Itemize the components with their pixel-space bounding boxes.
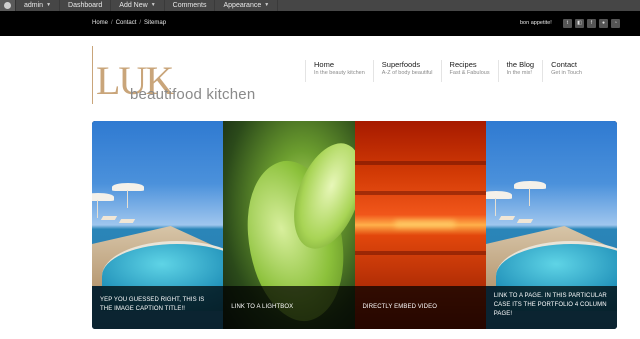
logo-rule: [92, 46, 93, 104]
slider-caption[interactable]: YEP YOU GUESSED RIGHT, THIS IS THE IMAGE…: [92, 286, 224, 329]
breadcrumb-home-link[interactable]: Home: [92, 20, 108, 26]
lounger-image: [100, 216, 118, 220]
slider-panel-lime[interactable]: LINK TO A LIGHTBOX: [223, 121, 355, 329]
slider-panel-pool-2[interactable]: LINK TO A PAGE. IN THIS PARTICULAR CASE …: [485, 121, 617, 329]
adminbar-item-appearance[interactable]: Appearance ▼: [215, 0, 279, 11]
lounger-image: [498, 216, 515, 220]
nav-item-title: Home: [314, 60, 335, 69]
nav-item-subtitle: A-Z of body beautiful: [381, 70, 433, 76]
breadcrumb-sitemap-link[interactable]: Sitemap: [144, 20, 166, 26]
cloud-streak: [354, 251, 486, 255]
nav-item-title: Recipes: [449, 60, 477, 69]
nav-item-title: Contact: [551, 60, 577, 69]
top-bar: Home / Contact / Sitemap bon appetite! t…: [0, 11, 640, 36]
twitter-icon[interactable]: t: [563, 19, 572, 28]
breadcrumb: Home / Contact / Sitemap: [92, 20, 166, 26]
slider-panel-pool[interactable]: YEP YOU GUESSED RIGHT, THIS IS THE IMAGE…: [92, 121, 224, 329]
cloud-streak: [354, 191, 486, 195]
nav-item-title: Superfoods: [381, 60, 421, 69]
chevron-down-icon: ▼: [46, 2, 52, 8]
nav-item-recipes[interactable]: Recipes Fast & Fabulous: [440, 60, 498, 82]
nav-item-contact[interactable]: Contact Get in Touch: [542, 60, 590, 82]
nav-item-blog[interactable]: the Blog In the mix!: [497, 60, 543, 82]
social-links: t ◧ f ● ◔: [563, 19, 620, 28]
rss-icon[interactable]: ◔: [611, 19, 620, 28]
slider-caption[interactable]: LINK TO A LIGHTBOX: [223, 286, 355, 329]
cloud-streak: [354, 161, 486, 165]
nav-item-subtitle: Fast & Fabulous: [449, 70, 490, 76]
nav-item-subtitle: Get in Touch: [551, 70, 582, 76]
nav-item-superfoods[interactable]: Superfoods A-Z of body beautiful: [372, 60, 441, 82]
nav-item-home[interactable]: Home In the beauty kitchen: [305, 60, 373, 82]
delicious-icon[interactable]: ◧: [575, 19, 584, 28]
image-slider: YEP YOU GUESSED RIGHT, THIS IS THE IMAGE…: [92, 121, 617, 329]
breadcrumb-separator: /: [111, 20, 113, 26]
sun-glow: [394, 221, 455, 227]
umbrella-image: [513, 181, 546, 206]
main-nav: Home In the beauty kitchen Superfoods A-…: [305, 60, 590, 82]
slider-caption[interactable]: LINK TO A PAGE. IN THIS PARTICULAR CASE …: [485, 286, 617, 329]
nav-item-subtitle: In the mix!: [506, 70, 532, 76]
facebook-icon[interactable]: f: [587, 19, 596, 28]
lounger-image: [118, 219, 136, 223]
chevron-down-icon: ▼: [150, 2, 156, 8]
umbrella-image: [485, 191, 512, 216]
adminbar-item-comments[interactable]: Comments: [165, 0, 216, 11]
admin-bar: admin ▼ Dashboard Add New ▼ Comments Appea…: [0, 0, 640, 11]
slider-panel-sunset[interactable]: DIRECTLY EMBED VIDEO: [354, 121, 486, 329]
site-logo[interactable]: LUK beautifood kitchen: [92, 46, 272, 108]
slider-caption[interactable]: DIRECTLY EMBED VIDEO: [354, 286, 486, 329]
breadcrumb-separator: /: [139, 20, 142, 26]
wordpress-logo-icon[interactable]: [0, 0, 16, 11]
adminbar-item-admin[interactable]: admin ▼: [16, 0, 61, 11]
adminbar-item-dashboard[interactable]: Dashboard: [60, 0, 112, 11]
breadcrumb-contact-link[interactable]: Contact: [116, 20, 137, 26]
nav-item-subtitle: In the beauty kitchen: [314, 70, 365, 76]
adminbar-item-add-new[interactable]: Add New ▼: [111, 0, 165, 11]
nav-item-title: the Blog: [506, 60, 535, 69]
chevron-down-icon: ▼: [264, 2, 270, 8]
umbrella-image: [112, 183, 144, 208]
lounger-image: [516, 219, 533, 223]
umbrella-image: [92, 193, 114, 218]
flickr-icon[interactable]: ●: [599, 19, 608, 28]
tagline: bon appetite!: [520, 20, 552, 26]
logo-text: beautifood kitchen: [130, 86, 256, 103]
